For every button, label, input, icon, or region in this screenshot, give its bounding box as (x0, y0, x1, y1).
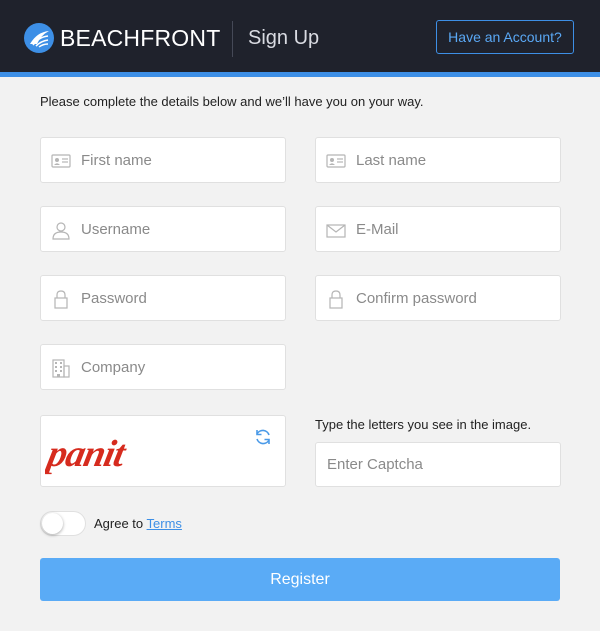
first-name-field[interactable] (40, 137, 286, 183)
header-bar: BEACHFRONT Sign Up Have an Account? (0, 0, 600, 77)
page-title: Sign Up (248, 27, 320, 49)
captcha-image: panit (40, 415, 286, 487)
have-account-button[interactable]: Have an Account? (436, 20, 574, 54)
confirm-password-input[interactable] (356, 276, 552, 320)
company-input[interactable] (81, 345, 277, 389)
header-divider (232, 21, 233, 57)
id-card-icon (51, 151, 71, 171)
agree-prefix: Agree to (94, 516, 144, 531)
last-name-field[interactable] (315, 137, 561, 183)
first-name-input[interactable] (81, 138, 277, 182)
last-name-input[interactable] (356, 138, 552, 182)
agree-terms-label: Agree to Terms (94, 516, 182, 531)
password-field[interactable] (40, 275, 286, 321)
terms-link[interactable]: Terms (147, 516, 182, 531)
intro-text: Please complete the details below and we… (40, 94, 424, 109)
refresh-icon[interactable] (253, 427, 273, 447)
register-button[interactable]: Register (40, 558, 560, 601)
confirm-password-field[interactable] (315, 275, 561, 321)
username-field[interactable] (40, 206, 286, 252)
password-input[interactable] (81, 276, 277, 320)
company-field[interactable] (40, 344, 286, 390)
username-input[interactable] (81, 207, 277, 251)
terms-toggle[interactable] (40, 511, 86, 536)
lock-icon (51, 289, 71, 309)
email-field[interactable] (315, 206, 561, 252)
captcha-field[interactable] (315, 442, 561, 487)
captcha-hint: Type the letters you see in the image. (315, 417, 532, 432)
user-icon (51, 220, 71, 240)
toggle-knob (42, 513, 63, 534)
captcha-text: panit (45, 433, 130, 475)
captcha-input[interactable] (327, 443, 552, 486)
brand-name: BEACHFRONT (60, 25, 221, 51)
envelope-icon (326, 220, 346, 240)
id-card-icon (326, 151, 346, 171)
email-input[interactable] (356, 207, 552, 251)
building-icon (51, 358, 71, 378)
lock-icon (326, 289, 346, 309)
beachfront-logo-icon (24, 23, 54, 53)
